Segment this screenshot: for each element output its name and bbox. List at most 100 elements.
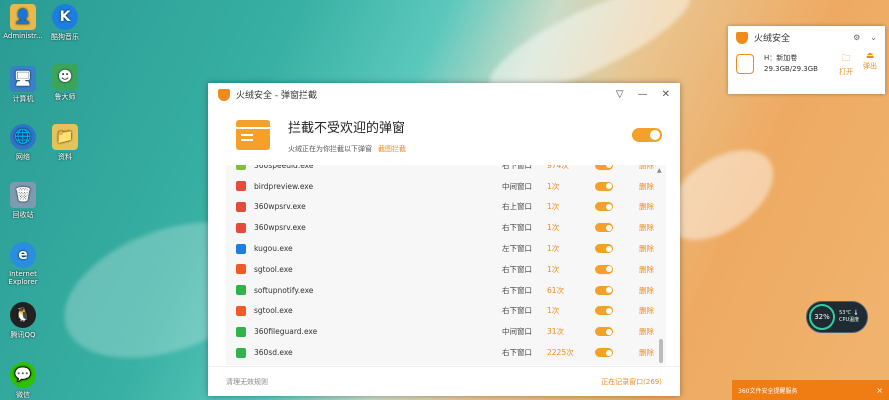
- delete-rule-link[interactable]: 删除: [639, 165, 654, 171]
- close-icon[interactable]: ✕: [662, 89, 670, 100]
- app-icon: [236, 305, 246, 316]
- rule-toggle[interactable]: [595, 244, 613, 254]
- process-name: 360wpsrv.exe: [254, 223, 306, 233]
- block-count: 1次: [547, 223, 560, 233]
- block-count: 2225次: [547, 348, 574, 358]
- table-row: sgtool.exe 右下窗口 1次 删除: [226, 259, 666, 280]
- menu-icon[interactable]: ▽: [616, 89, 624, 100]
- process-name: 360speedld.exe: [254, 165, 314, 170]
- desktop-icon-wechat[interactable]: 💬 微信: [2, 362, 44, 400]
- delete-rule-link[interactable]: 删除: [639, 347, 654, 358]
- process-name: 360fileguard.exe: [254, 327, 318, 337]
- table-row: kugou.exe 左下窗口 1次 删除: [226, 238, 666, 259]
- app-icon: [236, 264, 246, 275]
- window-titlebar: 火绒安全 - 弹窗拦截 ▽ — ✕: [208, 83, 680, 106]
- rule-toggle[interactable]: [595, 327, 613, 337]
- process-name: birdpreview.exe: [254, 181, 314, 191]
- app-icon: [236, 243, 246, 254]
- open-drive-button[interactable]: 🗀 打开: [839, 51, 853, 77]
- network-icon: 🌐: [10, 124, 36, 150]
- rule-toggle[interactable]: [595, 348, 613, 358]
- cpu-temperature-widget[interactable]: 32% 53℃ 🌡 CPU温度: [806, 301, 868, 333]
- desktop-icon-kugou[interactable]: K 酷狗音乐: [44, 4, 86, 42]
- panel-title: 火绒安全: [754, 34, 791, 44]
- desktop-icon-label: 回收站: [12, 211, 34, 219]
- rule-toggle[interactable]: [595, 223, 613, 233]
- rule-toggle[interactable]: [595, 202, 613, 212]
- eject-label: 弹出: [863, 62, 877, 70]
- delete-rule-link[interactable]: 删除: [639, 264, 654, 275]
- delete-rule-link[interactable]: 删除: [639, 181, 654, 192]
- kugou-icon: K: [52, 4, 78, 30]
- delete-rule-link[interactable]: 删除: [639, 285, 654, 296]
- process-name: softupnotify.exe: [254, 285, 314, 295]
- delete-rule-link[interactable]: 删除: [639, 305, 654, 316]
- desktop-icon-ludashi[interactable]: ☻ 鲁大师: [44, 64, 86, 102]
- process-name: 360sd.exe: [254, 348, 293, 358]
- ludashi-icon: ☻: [52, 64, 78, 90]
- cpu-temperature: 53℃ 🌡: [839, 310, 860, 316]
- app-icon: [236, 222, 246, 233]
- popup-window-icon: [236, 120, 270, 150]
- window-title: 火绒安全 - 弹窗拦截: [236, 91, 317, 101]
- user-folder-icon: 👤: [10, 4, 36, 30]
- window-footer: 清理无效规则 正在记录窗口(269): [208, 366, 680, 396]
- desktop-icon-recycle-bin[interactable]: 🗑 回收站: [2, 182, 44, 220]
- rule-toggle[interactable]: [595, 181, 613, 191]
- eject-drive-button[interactable]: ⏏ 弹出: [863, 51, 877, 77]
- rule-toggle[interactable]: [595, 165, 613, 170]
- security-usb-panel: 火绒安全 ⚙ ⌄ H：新加卷 29.3GB/29.3GB 🗀 打开 ⏏ 弹出: [728, 26, 885, 94]
- rule-toggle[interactable]: [595, 264, 613, 274]
- delete-rule-link[interactable]: 删除: [639, 201, 654, 212]
- table-row: 360sd.exe 右下窗口 2225次 删除: [226, 342, 666, 363]
- desktop-icon-ie[interactable]: e Internet Explorer: [2, 242, 44, 286]
- delete-rule-link[interactable]: 删除: [639, 222, 654, 233]
- desktop-icon-computer[interactable]: 🖥 计算机: [2, 66, 44, 104]
- block-count: 1次: [547, 306, 560, 316]
- desktop-icon-network[interactable]: 🌐 网络: [2, 124, 44, 162]
- desktop-icon-administrator[interactable]: 👤 Administr...: [2, 4, 44, 40]
- minimize-icon[interactable]: —: [638, 89, 648, 100]
- qq-icon: 🐧: [10, 302, 36, 328]
- screenshot-block-link[interactable]: 截图拦截: [378, 145, 406, 153]
- app-icon: [236, 326, 246, 337]
- block-count: 974次: [547, 165, 569, 170]
- process-name: sgtool.exe: [254, 306, 293, 316]
- settings-icon[interactable]: ⚙: [853, 33, 860, 42]
- header-title: 拦截不受欢迎的弹窗: [288, 120, 406, 136]
- desktop-icon-qq[interactable]: 🐧 腾讯QQ: [2, 302, 44, 340]
- collapse-icon[interactable]: ⌄: [870, 33, 877, 42]
- block-count: 1次: [547, 264, 560, 274]
- folder-open-icon: 🗀: [841, 54, 851, 64]
- block-count: 1次: [547, 181, 560, 191]
- desktop-icon-label: Internet Explorer: [8, 270, 38, 286]
- clear-invalid-rules-link[interactable]: 清理无效规则: [226, 377, 268, 387]
- notification-bar[interactable]: 360文件安全提醒服务 ×: [732, 380, 889, 400]
- rule-toggle[interactable]: [595, 306, 613, 316]
- scroll-thumb[interactable]: [659, 339, 663, 363]
- table-row: sgtool.exe 右下窗口 1次 删除: [226, 301, 666, 322]
- popup-position: 左下窗口: [502, 244, 532, 254]
- delete-rule-link[interactable]: 删除: [639, 326, 654, 337]
- table-row: 360speedld.exe 右下窗口 974次 删除: [226, 165, 666, 176]
- desktop-icon-folder[interactable]: 📁 资料: [44, 124, 86, 162]
- rule-toggle[interactable]: [595, 285, 613, 295]
- master-toggle[interactable]: [632, 128, 662, 142]
- block-count: 31次: [547, 327, 565, 337]
- huorong-logo-icon: [218, 88, 230, 101]
- block-count: 1次: [547, 244, 560, 254]
- ie-icon: e: [10, 242, 36, 268]
- popup-position: 右下窗口: [502, 285, 532, 295]
- delete-rule-link[interactable]: 删除: [639, 243, 654, 254]
- popup-position: 中间窗口: [502, 181, 532, 191]
- blocked-popup-list: 360speedld.exe 右下窗口 974次 删除 birdpreview.exe 中…: [226, 165, 666, 365]
- open-label: 打开: [839, 68, 853, 76]
- desktop-icon-label: 鲁大师: [54, 93, 76, 101]
- table-row: 360wpsrv.exe 右上窗口 1次 删除: [226, 197, 666, 218]
- cpu-usage-percent: 32%: [809, 304, 835, 330]
- popup-blocker-window: 火绒安全 - 弹窗拦截 ▽ — ✕ 拦截不受欢迎的弹窗 火绒正在为你拦截以下弹窗…: [208, 83, 680, 396]
- recording-windows-link[interactable]: 正在记录窗口(269): [601, 377, 662, 387]
- close-icon[interactable]: ×: [876, 386, 883, 395]
- scroll-up-icon[interactable]: ▲: [657, 167, 662, 174]
- list-scrollbar[interactable]: ▲: [656, 165, 666, 365]
